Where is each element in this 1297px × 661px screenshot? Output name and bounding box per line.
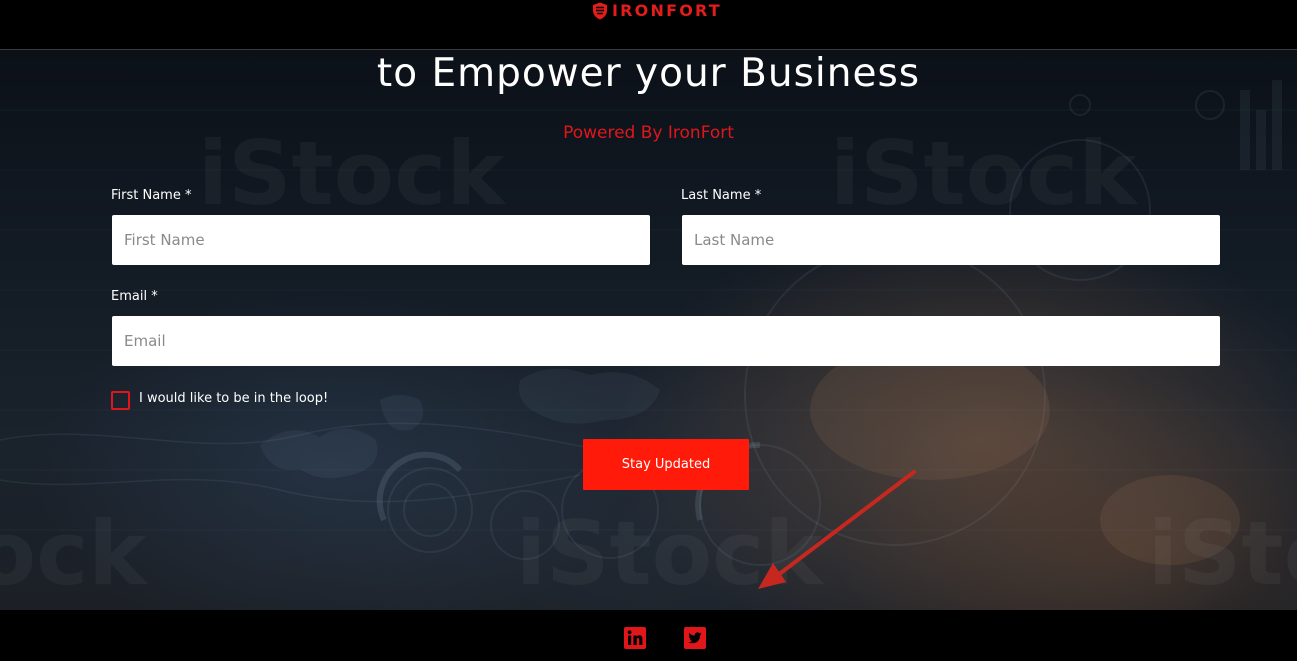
stay-updated-button[interactable]: Stay Updated [583, 439, 749, 490]
shield-logo-icon [593, 2, 607, 20]
last-name-label: Last Name * [681, 188, 762, 203]
first-name-label: First Name * [111, 188, 192, 203]
hero-subline: Powered By IronFort [563, 123, 734, 143]
brand-name: IRONFORT [612, 1, 722, 20]
hero-headline: to Empower your Business [376, 51, 921, 96]
brand-logo[interactable]: IRONFORT [592, 0, 722, 22]
twitter-icon[interactable] [684, 627, 706, 649]
site-footer [0, 610, 1297, 661]
watermark-text: iStock [0, 510, 147, 598]
watermark-text: iStock [516, 510, 823, 598]
newsletter-checkbox-label[interactable]: I would like to be in the loop! [139, 391, 328, 407]
site-header: IRONFORT [0, 0, 1297, 50]
email-input[interactable] [112, 316, 1220, 366]
page: IRONFORT to Empower your Business Powere… [0, 0, 1297, 661]
last-name-input[interactable] [682, 215, 1220, 265]
email-label: Email * [111, 289, 158, 304]
newsletter-hero: iStock iStock iStock iStock iStock to Em… [0, 50, 1297, 610]
first-name-input[interactable] [112, 215, 650, 265]
linkedin-icon[interactable] [624, 627, 646, 649]
watermark-text: iStock [1148, 510, 1297, 598]
newsletter-checkbox[interactable] [111, 391, 130, 410]
